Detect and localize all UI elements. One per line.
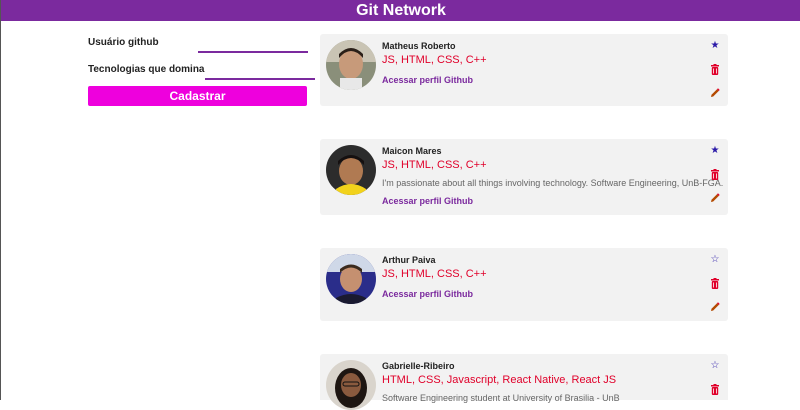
avatar — [326, 254, 376, 304]
profile-card: Maicon Mares JS, HTML, CSS, C++ I'm pass… — [320, 139, 728, 215]
profile-name: Maicon Mares — [382, 146, 442, 156]
technologies-label: Tecnologias que domina — [88, 64, 205, 75]
card-actions: ★ — [709, 40, 721, 112]
github-profile-link[interactable]: Acessar perfil Github — [382, 195, 704, 207]
app-title: Git Network — [356, 1, 446, 19]
github-user-input[interactable] — [198, 37, 308, 53]
profile-techs: JS, HTML, CSS, C++ — [382, 54, 487, 66]
technologies-input[interactable] — [204, 64, 315, 80]
profile-info: Maicon Mares JS, HTML, CSS, C++ I'm pass… — [382, 145, 724, 207]
star-filled-icon[interactable]: ★ — [709, 145, 721, 157]
technologies-row: Tecnologias que domina — [88, 63, 315, 80]
github-profile-link[interactable]: Acessar perfil Github — [382, 74, 704, 86]
profile-techs: JS, HTML, CSS, C++ — [382, 159, 487, 171]
profile-name: Gabrielle-Ribeiro — [382, 361, 455, 371]
profile-card: Gabrielle-Ribeiro HTML, CSS, Javascript,… — [320, 354, 728, 410]
trash-icon[interactable] — [709, 278, 721, 290]
avatar — [326, 40, 376, 90]
github-user-row: Usuário github — [88, 36, 308, 53]
profile-info: Arthur Paiva JS, HTML, CSS, C++ Acessar … — [382, 254, 704, 300]
trash-icon[interactable] — [709, 64, 721, 76]
trash-icon[interactable] — [709, 384, 721, 396]
profile-name: Matheus Roberto — [382, 41, 456, 51]
register-button[interactable]: Cadastrar — [88, 86, 307, 106]
star-filled-icon[interactable]: ★ — [709, 40, 721, 52]
profile-info: Matheus Roberto JS, HTML, CSS, C++ Acess… — [382, 40, 704, 86]
pencil-icon[interactable] — [709, 193, 721, 205]
star-outline-icon[interactable]: ☆ — [709, 360, 721, 372]
profile-techs: JS, HTML, CSS, C++ — [382, 268, 487, 280]
register-form: Usuário github Tecnologias que domina Ca… — [88, 36, 315, 106]
profile-bio: Software Engineering student at Universi… — [382, 393, 620, 403]
avatar — [326, 360, 376, 410]
trash-icon[interactable] — [709, 169, 721, 181]
profile-techs: HTML, CSS, Javascript, React Native, Rea… — [382, 374, 617, 386]
star-outline-icon[interactable]: ☆ — [709, 254, 721, 266]
pencil-icon[interactable] — [709, 302, 721, 314]
card-actions: ☆ — [709, 254, 721, 326]
profile-card: Arthur Paiva JS, HTML, CSS, C++ Acessar … — [320, 248, 728, 321]
avatar — [326, 145, 376, 195]
card-actions: ★ — [709, 145, 721, 217]
app-header: Git Network — [1, 0, 800, 21]
profile-bio: I'm passionate about all things involvin… — [382, 178, 724, 188]
profile-card: Matheus Roberto JS, HTML, CSS, C++ Acess… — [320, 34, 728, 106]
pencil-icon[interactable] — [709, 88, 721, 100]
github-user-label: Usuário github — [88, 37, 159, 48]
github-profile-link[interactable]: Acessar perfil Github — [382, 288, 704, 300]
profile-name: Arthur Paiva — [382, 255, 436, 265]
profile-info: Gabrielle-Ribeiro HTML, CSS, Javascript,… — [382, 360, 704, 404]
card-actions: ☆ — [709, 360, 721, 408]
